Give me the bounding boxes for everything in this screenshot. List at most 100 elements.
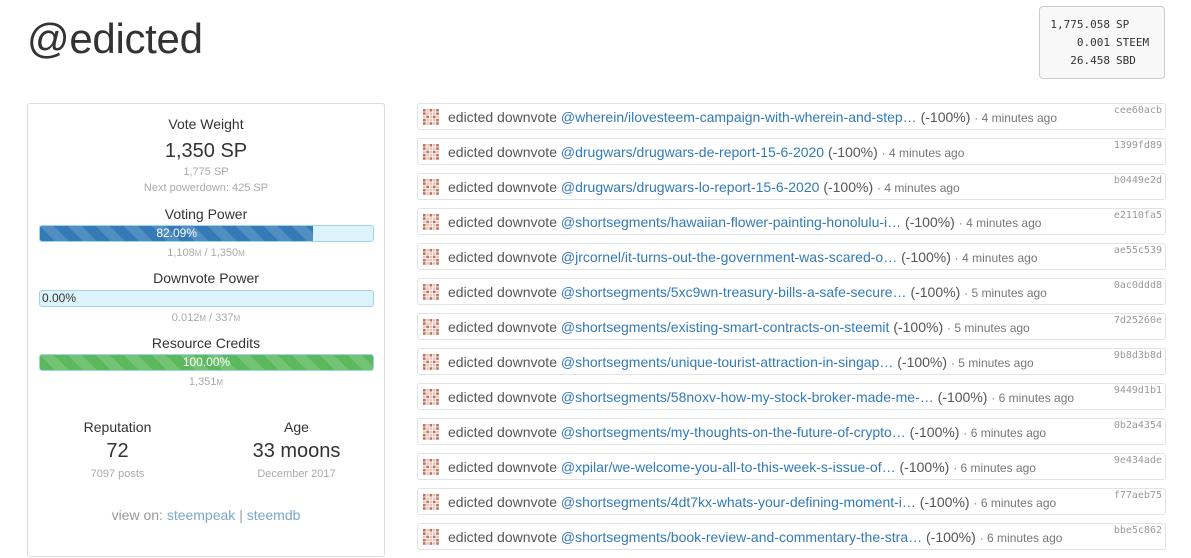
identicon-icon xyxy=(423,529,439,545)
identicon-icon xyxy=(423,424,439,440)
activity-item: edicted downvote @shortsegments/58noxv-h… xyxy=(417,383,1166,410)
time-ago: 4 minutes ago xyxy=(981,111,1057,125)
transaction-hash-link[interactable]: 0b2a4354 xyxy=(1114,413,1162,439)
post-link[interactable]: @wherein/ilovesteem-campaign-with-wherei… xyxy=(561,109,917,125)
post-link[interactable]: @shortsegments/58noxv-how-my-stock-broke… xyxy=(561,389,934,405)
transaction-hash-link[interactable]: cee60acb xyxy=(1114,98,1162,124)
mana-unit: M xyxy=(199,314,206,323)
balance-steem: 0.001 STEEM xyxy=(1048,34,1156,52)
vote-weight-percent: (-100%) xyxy=(893,319,944,335)
age-stat: Age 33 moons December 2017 xyxy=(207,419,386,480)
resource-credits-mana: 1,351M xyxy=(28,376,384,388)
mana-unit: M xyxy=(194,249,202,258)
timestamp: · 6 minutes ago xyxy=(953,461,1036,475)
vote-weight-title: Vote Weight xyxy=(168,116,244,132)
transaction-hash-link[interactable]: 0ac0ddd8 xyxy=(1114,273,1162,299)
voting-power-fill: 82.09% xyxy=(40,226,314,241)
activity-actor: edicted xyxy=(448,179,494,195)
vote-weight-percent: (-100%) xyxy=(899,459,950,475)
downvote-power-mana: 0.012M / 337M xyxy=(171,312,241,324)
post-link[interactable]: @shortsegments/5xc9wn-treasury-bills-a-s… xyxy=(561,284,907,300)
timestamp: · 4 minutes ago xyxy=(974,111,1057,125)
post-link[interactable]: @xpilar/we-welcome-you-all-to-this-week-… xyxy=(561,459,896,475)
time-ago: 4 minutes ago xyxy=(889,146,965,160)
view-on-links: view on: steempeak | steemdb xyxy=(28,507,384,523)
next-powerdown: Next powerdown: 425 SP xyxy=(143,182,269,194)
post-link[interactable]: @shortsegments/4dt7kx-whats-your-definin… xyxy=(561,494,916,510)
transaction-hash-link[interactable]: 7d25260e xyxy=(1114,308,1162,334)
activity-action: downvote xyxy=(497,319,557,335)
post-link[interactable]: @jrcornel/it-turns-out-the-government-wa… xyxy=(561,249,897,265)
downvote-power-max: 337 xyxy=(215,312,234,324)
post-link[interactable]: @drugwars/drugwars-lo-report-15-6-2020 xyxy=(561,179,820,195)
activity-text: edicted downvote @shortsegments/my-thoug… xyxy=(448,419,1046,446)
mana-unit: M xyxy=(216,378,224,387)
vote-weight-percent: (-100%) xyxy=(937,389,988,405)
identicon-icon xyxy=(423,354,439,370)
voting-power-percent: 82.09% xyxy=(156,226,198,240)
timestamp: · 5 minutes ago xyxy=(950,356,1034,370)
post-link[interactable]: @shortsegments/existing-smart-contracts-… xyxy=(561,319,890,335)
activity-item: edicted downvote @shortsegments/5xc9wn-t… xyxy=(417,278,1166,305)
activity-item: edicted downvote @shortsegments/unique-t… xyxy=(417,348,1166,375)
transaction-hash-link[interactable]: 9449d1b1 xyxy=(1114,378,1162,404)
timestamp: · 4 minutes ago xyxy=(958,216,1042,230)
reputation-stat: Reputation 72 7097 posts xyxy=(28,419,207,480)
activity-actor: edicted xyxy=(448,144,494,160)
activity-actor: edicted xyxy=(448,529,494,545)
post-link[interactable]: @drugwars/drugwars-de-report-15-6-2020 xyxy=(561,144,824,160)
activity-action: downvote xyxy=(497,424,557,440)
vote-weight-percent: (-100%) xyxy=(905,214,955,230)
timestamp: · 5 minutes ago xyxy=(964,286,1047,300)
transaction-hash-link[interactable]: 1399fd89 xyxy=(1114,133,1162,159)
steemdb-link[interactable]: steemdb xyxy=(247,507,301,523)
balance-unit: STEEM xyxy=(1116,36,1150,49)
activity-action: downvote xyxy=(497,249,557,265)
vote-weight-value: 1,350 SP xyxy=(164,140,248,162)
time-ago: 6 minutes ago xyxy=(980,496,1057,510)
activity-item: edicted downvote @shortsegments/hawaiian… xyxy=(417,208,1166,235)
transaction-hash-link[interactable]: e2110fa5 xyxy=(1114,203,1162,229)
balances-box: 1,775.058 SP 0.001 STEEM 26.458 SBD xyxy=(1039,6,1165,79)
activity-text: edicted downvote @drugwars/drugwars-lo-r… xyxy=(448,174,960,201)
timestamp: · 4 minutes ago xyxy=(877,181,960,195)
post-link[interactable]: @shortsegments/hawaiian-flower-painting-… xyxy=(561,214,901,230)
resource-credits-fill: 100.00% xyxy=(40,355,373,370)
age-value: 33 moons xyxy=(252,440,341,462)
time-ago: 5 minutes ago xyxy=(954,321,1030,335)
transaction-hash-link[interactable]: ae55c539 xyxy=(1114,238,1162,264)
activity-action: downvote xyxy=(497,109,557,125)
transaction-hash-link[interactable]: b0449e2d xyxy=(1114,168,1162,194)
downvote-power-percent: 0.00% xyxy=(42,291,77,305)
identicon-icon xyxy=(423,389,439,405)
activity-action: downvote xyxy=(497,494,557,510)
time-ago: 5 minutes ago xyxy=(971,286,1047,300)
post-link[interactable]: @shortsegments/unique-tourist-attraction… xyxy=(561,354,893,370)
activity-action: downvote xyxy=(497,389,557,405)
voting-power-mana: 1,108M / 1,350M xyxy=(167,247,245,259)
activity-item: edicted downvote @wherein/ilovesteem-cam… xyxy=(417,103,1166,130)
time-ago: 4 minutes ago xyxy=(962,251,1038,265)
time-ago: 6 minutes ago xyxy=(987,531,1063,545)
balance-unit: SP xyxy=(1116,18,1130,31)
timestamp: · 4 minutes ago xyxy=(954,251,1038,265)
activity-action: downvote xyxy=(497,214,557,230)
identicon-icon xyxy=(423,144,439,160)
time-ago: 4 minutes ago xyxy=(884,181,960,195)
activity-text: edicted downvote @wherein/ilovesteem-cam… xyxy=(448,104,1057,131)
activity-actor: edicted xyxy=(448,284,494,300)
transaction-hash-link[interactable]: 9e434ade xyxy=(1114,448,1162,474)
activity-item: edicted downvote @drugwars/drugwars-de-r… xyxy=(417,138,1166,165)
transaction-hash-link[interactable]: 9b8d3b8d xyxy=(1114,343,1162,369)
steempeak-link[interactable]: steempeak xyxy=(167,507,235,523)
activity-text: edicted downvote @drugwars/drugwars-de-r… xyxy=(448,139,964,166)
time-ago: 6 minutes ago xyxy=(998,391,1075,405)
downvote-power-title: Downvote Power xyxy=(153,270,259,286)
transaction-hash-link[interactable]: bbe5c862 xyxy=(1114,518,1162,544)
post-link[interactable]: @shortsegments/my-thoughts-on-the-future… xyxy=(561,424,906,440)
activity-text: edicted downvote @shortsegments/4dt7kx-w… xyxy=(448,489,1056,516)
activity-item: edicted downvote @drugwars/drugwars-lo-r… xyxy=(417,173,1166,200)
transaction-hash-link[interactable]: f77aeb75 xyxy=(1114,483,1162,509)
post-link[interactable]: @shortsegments/book-review-and-commentar… xyxy=(561,529,922,545)
activity-action: downvote xyxy=(497,179,557,195)
